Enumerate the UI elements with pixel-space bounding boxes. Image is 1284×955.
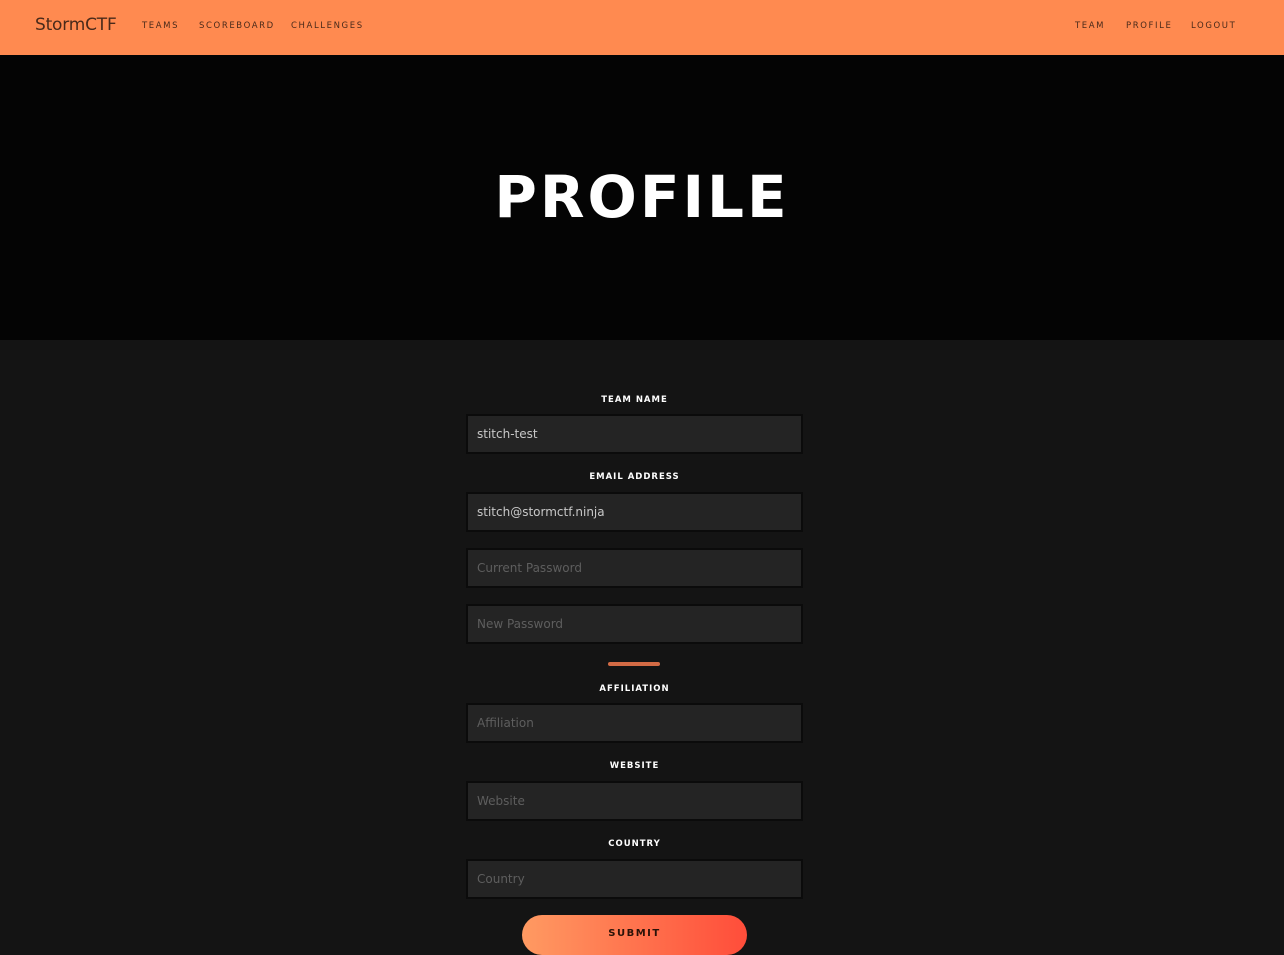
- nav-link-teams[interactable]: TEAMS: [142, 21, 179, 31]
- team-name-input[interactable]: [466, 414, 803, 454]
- current-password-input[interactable]: [466, 548, 803, 588]
- nav-link-team[interactable]: TEAM: [1075, 21, 1105, 31]
- profile-form-section: TEAM NAME EMAIL ADDRESS AFFILIATION WEBS…: [0, 340, 1284, 955]
- top-navbar: StormCTF TEAMS SCOREBOARD CHALLENGES TEA…: [0, 0, 1284, 55]
- email-input[interactable]: [466, 492, 803, 532]
- nav-link-scoreboard[interactable]: SCOREBOARD: [199, 21, 275, 31]
- nav-link-profile[interactable]: PROFILE: [1126, 21, 1172, 31]
- submit-button[interactable]: SUBMIT: [522, 915, 747, 955]
- brand-logo-link[interactable]: StormCTF: [35, 15, 117, 35]
- team-name-label: TEAM NAME: [601, 395, 668, 405]
- section-divider: [608, 662, 660, 666]
- page-title: PROFILE: [494, 163, 790, 231]
- country-input[interactable]: [466, 859, 803, 899]
- email-label: EMAIL ADDRESS: [589, 472, 680, 482]
- website-input[interactable]: [466, 781, 803, 821]
- website-label: WEBSITE: [609, 761, 660, 771]
- hero-banner: PROFILE: [0, 55, 1284, 340]
- affiliation-input[interactable]: [466, 703, 803, 743]
- nav-link-challenges[interactable]: CHALLENGES: [291, 21, 364, 31]
- new-password-input[interactable]: [466, 604, 803, 644]
- affiliation-label: AFFILIATION: [599, 684, 670, 694]
- nav-link-logout[interactable]: LOGOUT: [1191, 21, 1236, 31]
- country-label: COUNTRY: [608, 839, 661, 849]
